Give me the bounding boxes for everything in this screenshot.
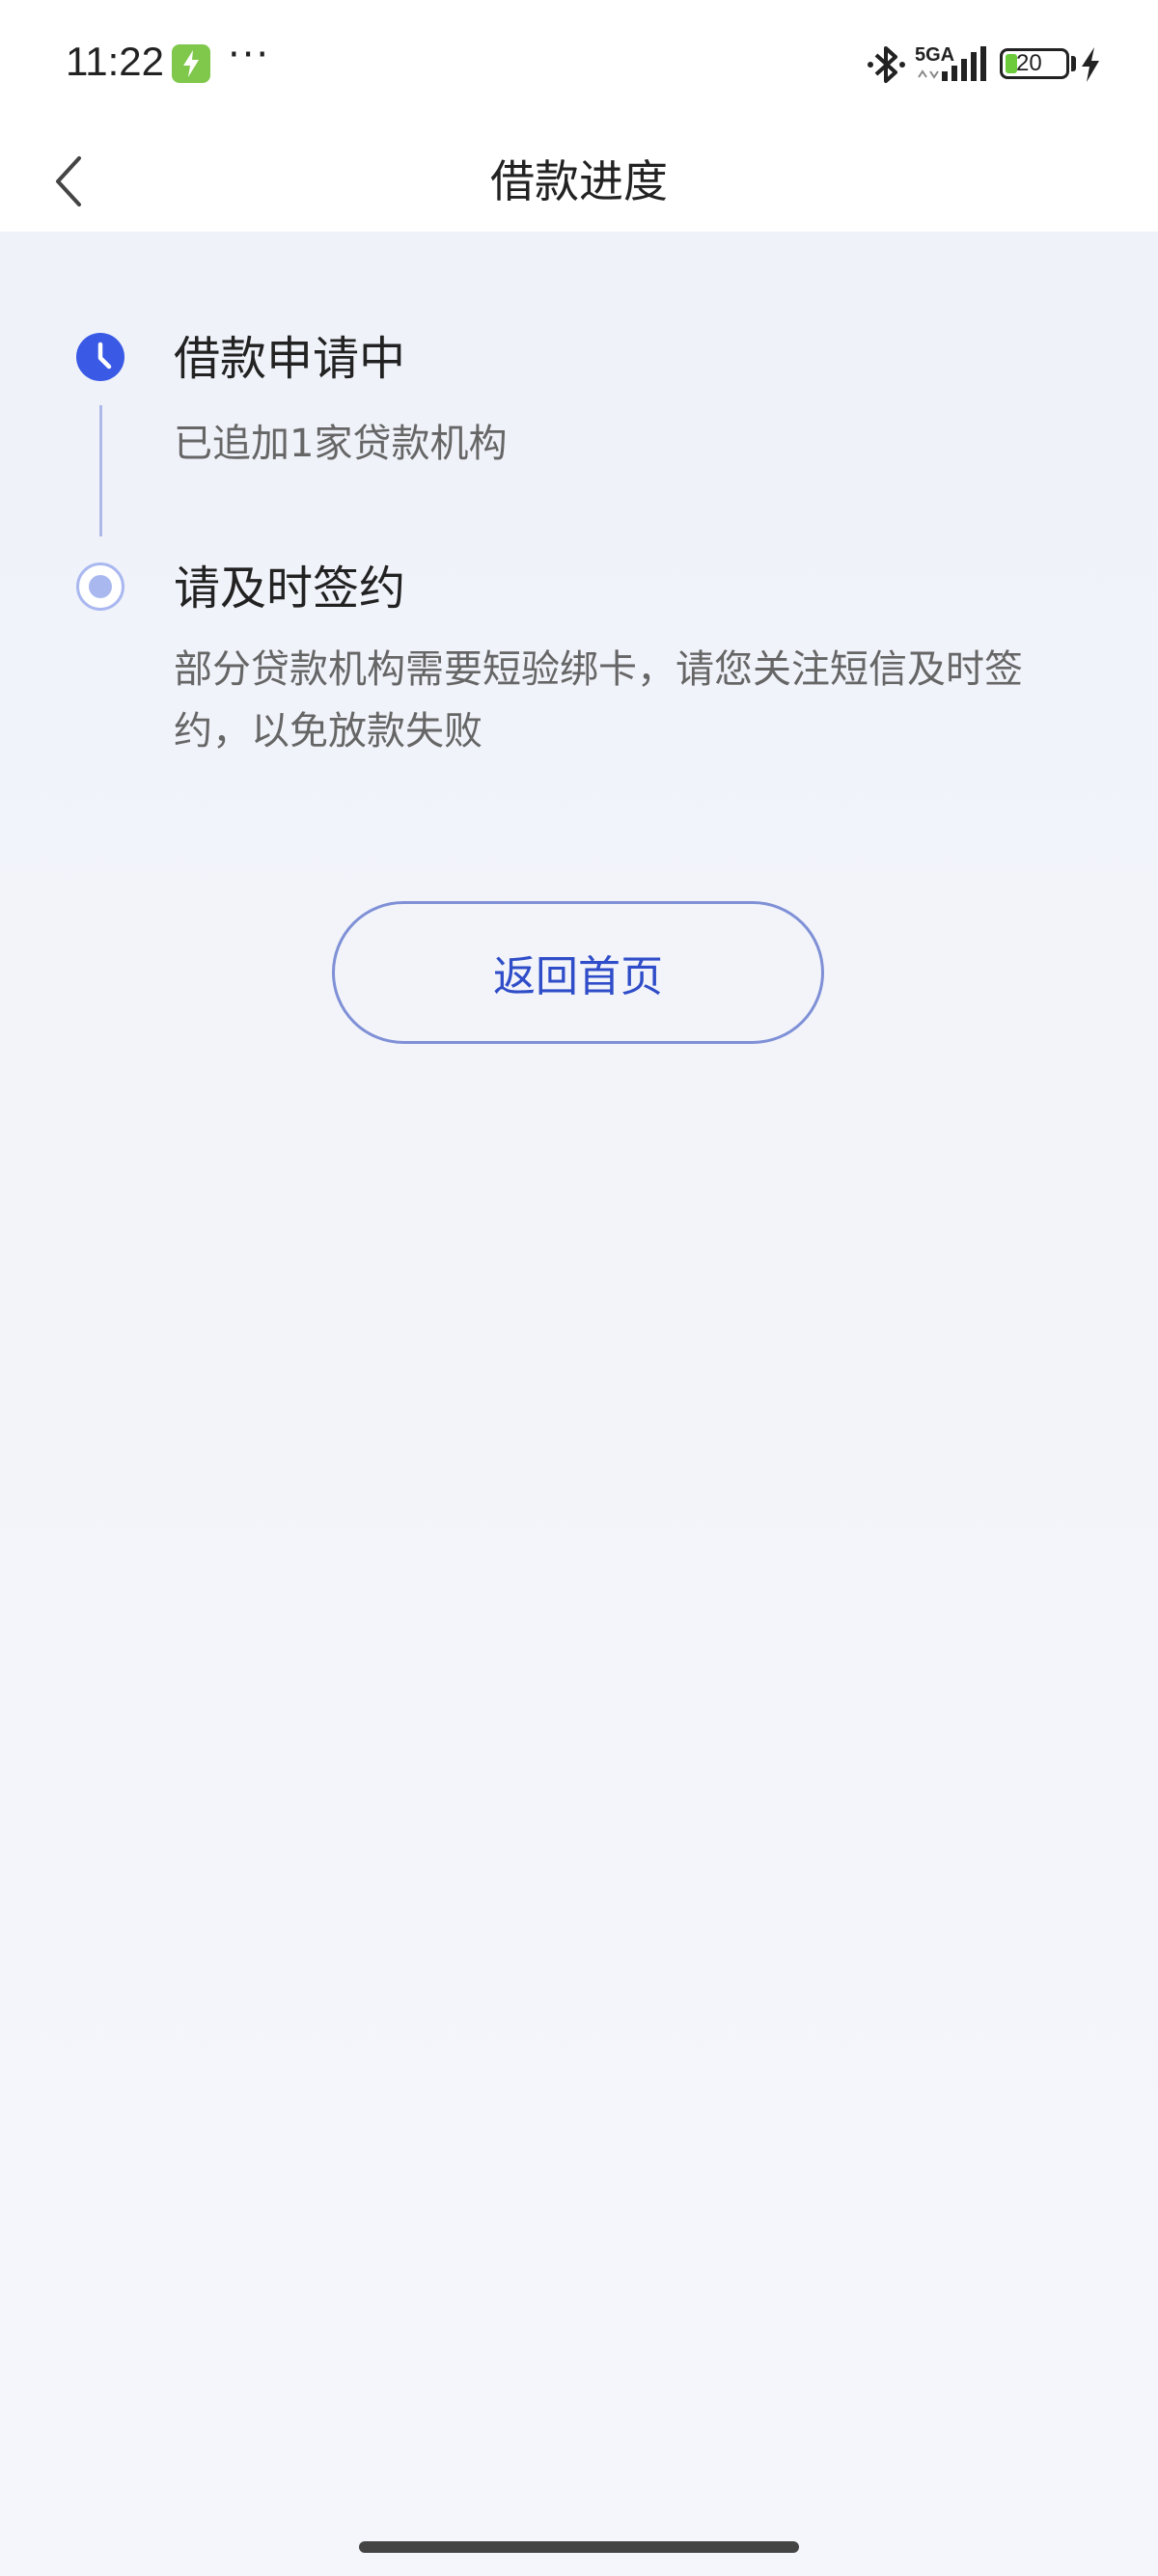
charging-app-icon: [172, 44, 210, 83]
more-icon: ···: [228, 33, 271, 77]
page-title: 借款进度: [490, 155, 668, 207]
nav-bar: 借款进度: [0, 131, 1158, 232]
charging-bolt-icon: [1082, 47, 1099, 82]
battery-icon: 20: [1000, 48, 1069, 79]
return-home-button[interactable]: 返回首页: [332, 901, 824, 1044]
step-title: 请及时签约: [174, 562, 406, 616]
clock-icon: [76, 333, 124, 381]
home-indicator[interactable]: [359, 2541, 799, 2553]
status-bar: 11:22 ··· 5GA 20: [0, 0, 1158, 131]
signal-icon: [918, 46, 986, 81]
step-description: 已追加1家贷款机构: [174, 422, 508, 466]
bluetooth-icon: [868, 46, 905, 83]
status-time: 11:22: [66, 39, 164, 84]
battery-level: 20: [1016, 50, 1042, 76]
step-description: 部分贷款机构需要短验绑卡，请您关注短信及时签约，以免放款失败: [174, 647, 1023, 754]
timeline-connector: [99, 405, 102, 536]
radio-dot-icon: [76, 562, 124, 611]
step-title: 借款申请中: [174, 332, 406, 386]
battery-cap: [1071, 56, 1076, 71]
